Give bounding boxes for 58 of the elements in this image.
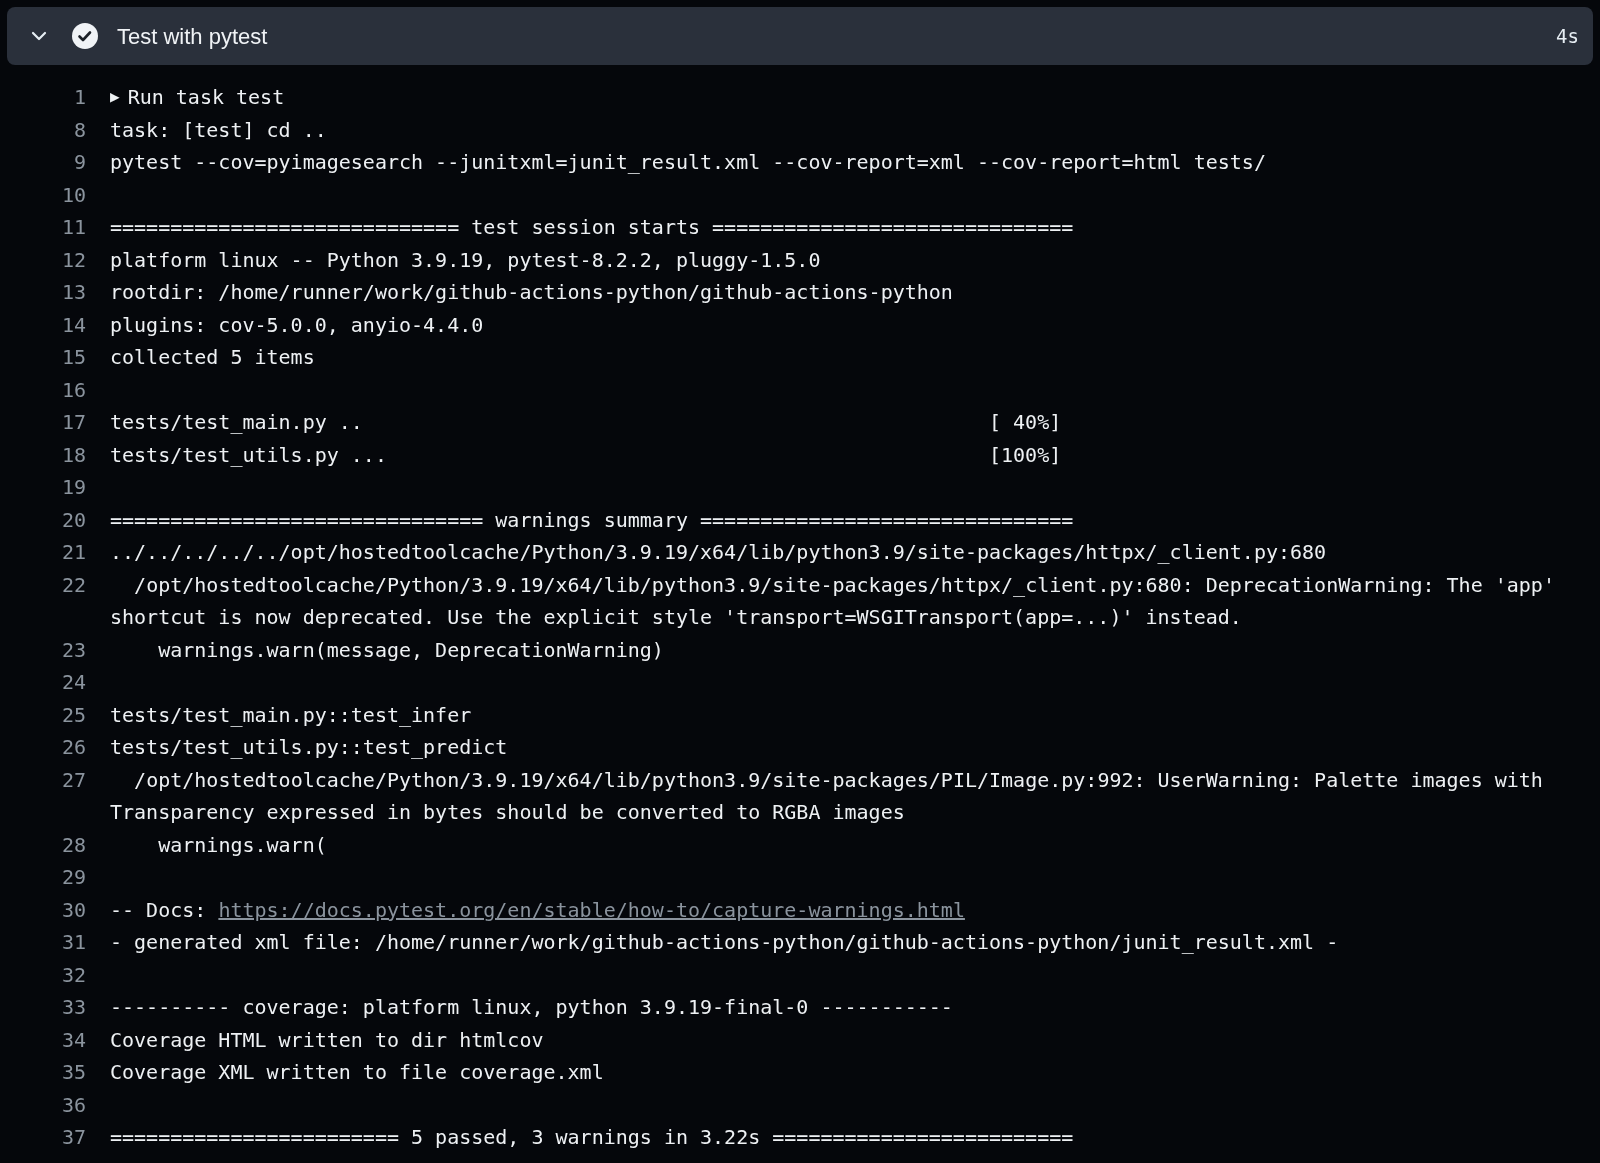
docs-link[interactable]: https://docs.pytest.org/en/stable/how-to/capture-warnings.html	[218, 893, 965, 926]
log-text: tests/test_main.py .. [ 40%]	[110, 409, 1062, 436]
log-text: rootdir: /home/runner/work/github-actions-python/github-actions-python	[110, 279, 953, 306]
log-text: - generated xml file: /home/runner/work/github-actions-python/github-actions-python/junit_result.xml -	[110, 929, 1339, 956]
log-text: tests/test_utils.py ... [100%]	[110, 441, 1062, 469]
line-number: 32	[60, 961, 86, 989]
log-text: -- Docs:	[110, 896, 208, 924]
line-number: 27	[60, 766, 86, 794]
log-text: Run task test	[127, 84, 285, 111]
log-text: platform linux -- Python 3.9.19, pytest-8.2.2, pluggy-1.5.0	[110, 246, 821, 274]
log-text: ============================= test session starts ==============================	[110, 214, 1074, 241]
line-number: 34	[60, 1026, 86, 1054]
line-number: 17	[60, 409, 86, 436]
line-number: 8	[72, 116, 86, 144]
line-number: 25	[60, 701, 86, 729]
expand-toggle[interactable]: ▶	[110, 81, 120, 114]
line-number: 37	[60, 1124, 86, 1151]
line-number: 31	[60, 929, 86, 956]
log-text: tests/test_utils.py::test_predict	[110, 734, 508, 761]
line-number: 33	[60, 994, 86, 1021]
log-text: warnings.warn(message, DeprecationWarning)	[157, 636, 664, 664]
line-number: 35	[60, 1059, 86, 1086]
log-text: plugins: cov-5.0.0, anyio-4.4.0	[110, 311, 484, 339]
line-number: 26	[60, 734, 86, 761]
log-text: pytest --cov=pyimagesearch --junitxml=junit_result.xml --cov-report=xml --cov-report=html tests/	[110, 149, 1266, 176]
log-text: task: [test] cd ..	[110, 116, 327, 144]
log-text: tests/test_main.py::test_infer	[110, 701, 472, 729]
line-number: 20	[60, 506, 86, 534]
log-text: ---------- coverage: platform linux, python 3.9.19-final-0 -----------	[110, 994, 953, 1021]
line-number: 15	[60, 344, 86, 371]
line-number: 23	[60, 636, 86, 664]
line-number: 12	[60, 246, 86, 274]
line-number: 21	[60, 539, 86, 566]
line-number: 36	[60, 1091, 86, 1119]
line-number: 29	[60, 864, 86, 891]
line-number: 28	[60, 831, 86, 859]
log-text: ../../../../../opt/hostedtoolcache/Python/3.9.19/x64/lib/python3.9/site-packages/httpx/_client.py:680	[110, 539, 1327, 566]
line-number: 16	[60, 376, 86, 404]
line-number: 18	[60, 441, 86, 469]
log-text: =============================== warnings summary ===============================	[110, 506, 1074, 534]
line-number: 14	[60, 311, 86, 339]
log-text: Coverage HTML written to dir htmlcov	[110, 1026, 544, 1054]
log-text: warnings.warn(	[157, 831, 327, 859]
line-number: 11	[60, 214, 86, 241]
step-duration: 4s	[1556, 23, 1579, 49]
line-number: 1	[72, 84, 86, 111]
step-title: Test with pytest	[117, 22, 268, 51]
line-number: 13	[60, 279, 86, 306]
line-number: 30	[60, 896, 86, 924]
log-text: Coverage XML written to file coverage.xml	[110, 1059, 604, 1086]
log-text: /opt/hostedtoolcache/Python/3.9.19/x64/lib/python3.9/site-packages/httpx/_client.py:680: DeprecationWarning: The 'app' shortcut is now deprecated. Use the explicit style 'transport=WSGITransport(app=...)' instead.	[110, 571, 1556, 631]
line-number: 24	[60, 669, 86, 696]
line-number: 9	[72, 149, 86, 176]
log-text: collected 5 items	[110, 344, 315, 371]
line-number: 10	[60, 181, 86, 209]
line-number: 19	[60, 474, 86, 501]
line-number: 22	[60, 571, 86, 599]
log-text: ======================== 5 passed, 3 warnings in 3.22s =========================	[110, 1124, 1074, 1151]
